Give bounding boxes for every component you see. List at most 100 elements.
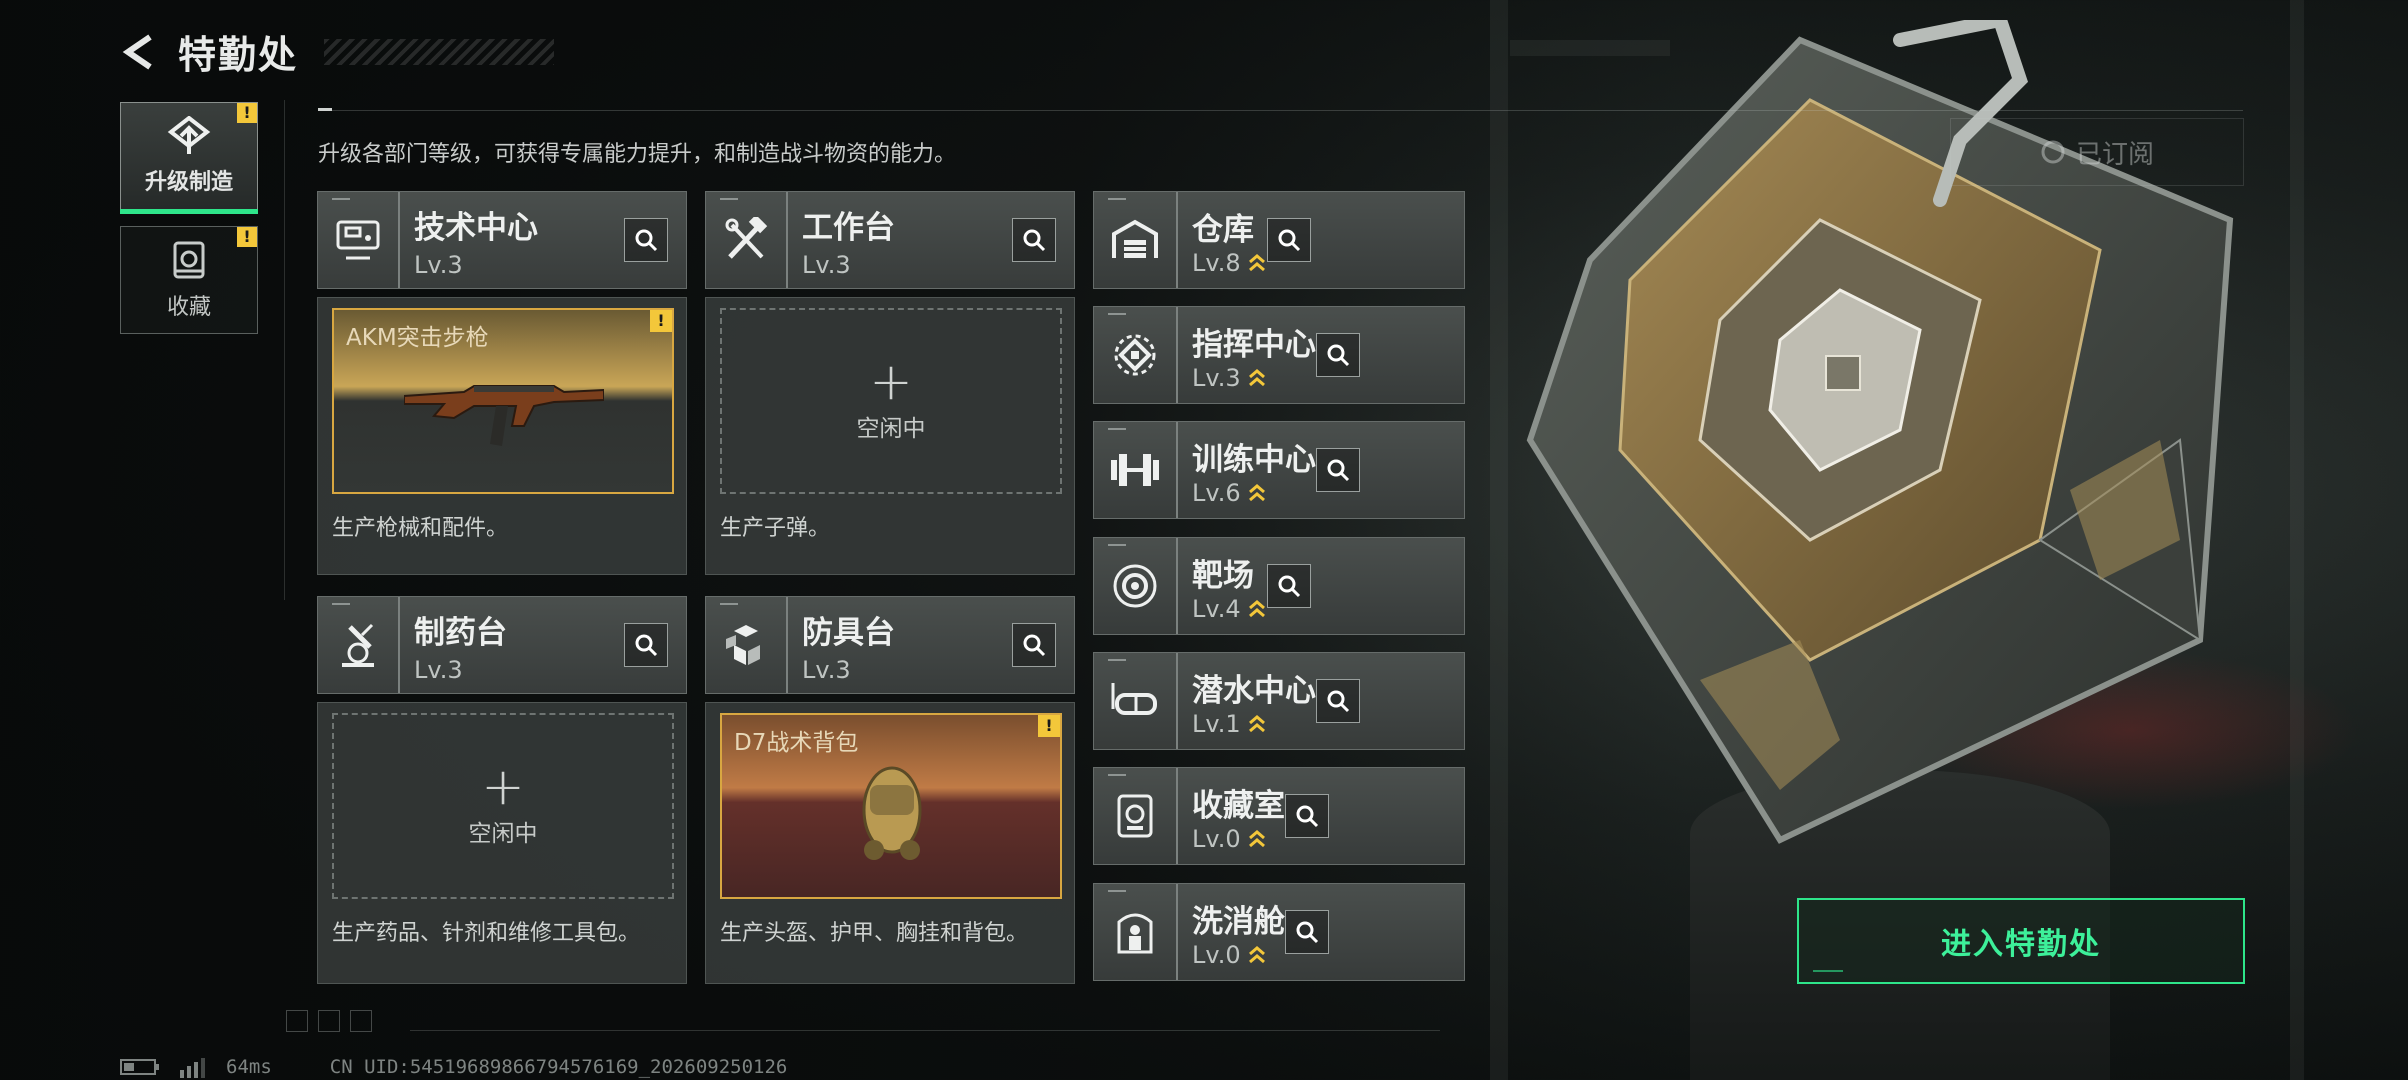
facility-level: Lv.3 [802,655,851,684]
facility-name: 潜水中心 [1192,672,1316,709]
upgrade-available-icon [1248,483,1265,501]
facility-level: Lv.8 [1192,248,1241,277]
enter-special-ops-button[interactable]: 进入特勤处 [1797,898,2245,984]
facility-level: Lv.3 [1192,363,1241,392]
facility-pharmacy[interactable]: 制药台 Lv.3 [317,596,687,694]
facility-command-center[interactable]: 指挥中心 Lv.3 [1093,306,1465,404]
bottom-decoration [286,1010,372,1032]
search-button[interactable] [1266,564,1311,608]
upgrade-icon [167,116,211,154]
search-button[interactable] [624,218,668,262]
divider [410,1030,1440,1031]
search-button[interactable] [1316,679,1360,723]
hint-text: 升级各部门等级，可获得专属能力提升，和制造战斗物资的能力。 [318,142,957,167]
facility-description: 生产子弹。 [720,516,831,541]
facility-level: Lv.4 [1192,594,1241,623]
facility-training-center[interactable]: 训练中心 Lv.6 [1093,421,1465,519]
divider [318,110,2243,111]
facility-armor-bench[interactable]: 防具台 Lv.3 [705,596,1075,694]
search-button[interactable] [1316,448,1360,492]
facility-shooting-range[interactable]: 靶场 Lv.4 [1093,537,1465,635]
plus-icon: + [481,757,525,817]
facility-name: 收藏室 [1192,787,1285,824]
command-center-icon [1114,334,1156,376]
search-icon [1023,229,1046,252]
facility-name: 仓库 [1192,211,1254,248]
item-name: AKM突击步枪 [346,325,489,351]
facility-description: 生产头盔、护甲、胸挂和背包。 [720,921,1029,946]
upgrade-available-icon [1248,253,1265,271]
search-button[interactable] [624,623,668,667]
search-icon [1296,921,1319,944]
facility-workbench[interactable]: 工作台 Lv.3 [705,191,1075,289]
subscribed-label: 已订阅 [2075,139,2154,170]
facility-production-panel: ! AKM突击步枪 生产枪械和配件。 [317,297,687,575]
back-arrow-icon[interactable] [118,31,160,73]
search-button[interactable] [1316,333,1360,377]
empty-production-slot[interactable]: + 空闲中 [332,713,674,899]
facility-level: Lv.3 [414,250,463,279]
facility-name: 洗消舱 [1192,903,1285,940]
production-slot[interactable]: ! AKM突击步枪 [332,308,674,494]
title-decoration [324,38,555,65]
plus-icon: + [869,352,913,412]
facility-name: 训练中心 [1192,441,1316,478]
empty-production-slot[interactable]: + 空闲中 [720,308,1062,494]
search-icon [1327,690,1350,713]
facility-production-panel: + 空闲中 生产子弹。 [705,297,1075,575]
facility-name: 指挥中心 [1192,326,1316,363]
armor-bench-icon [726,625,760,665]
search-button[interactable] [1012,623,1056,667]
diving-center-icon [1111,683,1157,715]
search-icon [1327,459,1350,482]
page-title: 特勤处 [178,33,299,77]
facility-name: 工作台 [802,209,895,246]
collection-room-icon [1117,794,1153,838]
item-name: D7战术背包 [734,730,859,756]
ping-value: 64ms [226,1056,272,1078]
facility-level: Lv.6 [1192,478,1241,507]
facility-level: Lv.1 [1192,709,1241,738]
facility-diving-center[interactable]: 潜水中心 Lv.1 [1093,652,1465,750]
search-icon [635,634,658,657]
search-icon [1023,634,1046,657]
facility-decontamination[interactable]: 洗消舱 Lv.0 [1093,883,1465,981]
facility-name: 靶场 [1192,557,1254,594]
facility-collection-room[interactable]: 收藏室 Lv.0 [1093,767,1465,865]
search-button[interactable] [1012,218,1056,262]
facility-level: Lv.3 [414,655,463,684]
idle-label: 空闲中 [856,416,926,442]
battery-icon [120,1059,159,1075]
facility-warehouse[interactable]: 仓库 Lv.8 [1093,191,1465,289]
search-icon [1296,805,1319,828]
facility-name: 制药台 [414,614,507,651]
facility-level: Lv.0 [1192,824,1241,853]
facility-production-panel: ! D7战术背包 生产头盔、护甲、胸挂和背包。 [705,702,1075,984]
search-icon [1327,344,1350,367]
signal-icon [180,1058,205,1078]
search-button[interactable] [1266,218,1311,262]
status-bar: 64ms CN UID:5451968986679457616​9_202609… [120,1056,787,1078]
rifle-icon [404,385,604,446]
tab-label: 收藏 [166,295,211,320]
uid-text: CN UID:5451968986679457616​9_20260925012… [329,1056,788,1078]
bell-icon [2041,140,2065,164]
warning-badge: ! [237,227,257,247]
warning-badge: ! [650,310,672,332]
tab-collection[interactable]: ! 收藏 [120,226,258,334]
tech-center-icon [336,220,380,260]
header: 特勤处 [118,24,555,79]
subscribed-button[interactable]: 已订阅 [1950,118,2244,186]
search-button[interactable] [1285,910,1329,954]
tab-upgrade-craft[interactable]: ! 升级制造 [120,102,258,214]
search-icon [1278,229,1300,252]
production-slot[interactable]: ! D7战术背包 [720,713,1062,899]
idle-label: 空闲中 [468,821,538,847]
search-button[interactable] [1285,794,1329,838]
workbench-icon [725,217,768,259]
divider [284,100,285,600]
facility-level: Lv.3 [802,250,851,279]
facility-description: 生产药品、针剂和维修工具包。 [332,921,641,946]
facility-tech-center[interactable]: 技术中心 Lv.3 [317,191,687,289]
upgrade-available-icon [1248,714,1265,732]
